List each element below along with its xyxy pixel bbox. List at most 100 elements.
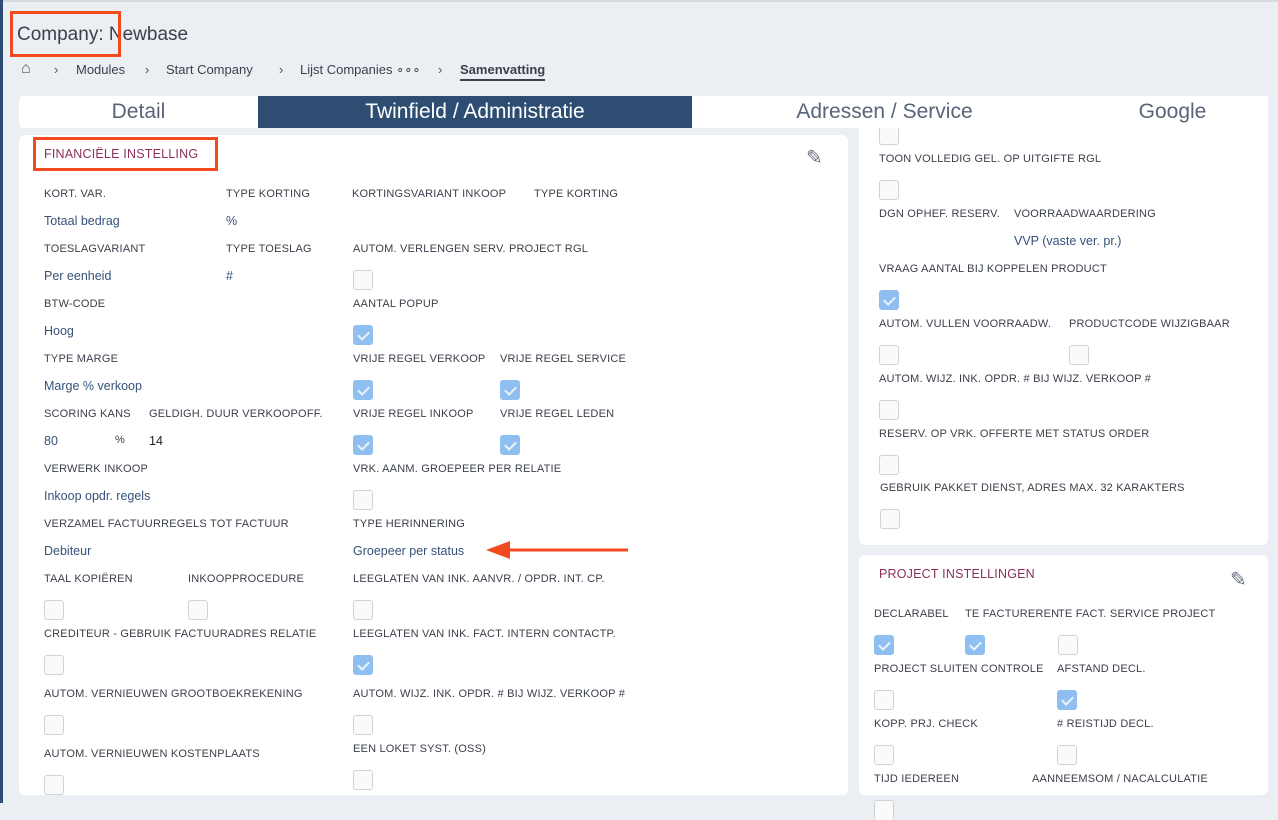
checkbox-checked[interactable] [353,325,373,345]
checkbox-unchecked[interactable] [353,770,373,790]
checkbox-unchecked[interactable] [880,509,900,529]
field-label: BTW-CODE [44,298,106,310]
checkbox-unchecked[interactable] [874,745,894,765]
checkbox-checked[interactable] [500,435,520,455]
field-label: AUTOM. WIJZ. INK. OPDR. # BIJ WIJZ. VERK… [879,373,1152,385]
field-label: TYPE TOESLAG [226,243,312,255]
checkbox-unchecked[interactable] [353,600,373,620]
checkbox-checked[interactable] [353,380,373,400]
field-label: TYPE KORTING [226,188,311,200]
field-label: TOON VOLLEDIG GEL. OP UITGIFTE RGL [879,153,1102,165]
checkbox-unchecked[interactable] [879,455,899,475]
checkbox-checked[interactable] [879,290,899,310]
field-label: AUTOM. VERNIEUWEN GROOTBOEKREKENING [44,688,303,700]
checkbox-checked[interactable] [1057,690,1077,710]
field-label: AUTOM. VERNIEUWEN KOSTENPLAATS [44,748,260,760]
field-value: VVP (vaste ver. pr.) [1014,234,1122,248]
checkbox-checked[interactable] [353,655,373,675]
checkbox-unchecked[interactable] [879,180,899,200]
field-label: TAAL KOPIËREN [44,573,133,585]
field-value: Debiteur [44,544,92,558]
field-label: VRIJE REGEL LEDEN [500,408,615,420]
checkbox-unchecked[interactable] [353,490,373,510]
annotation-box-company [10,11,121,57]
checkbox-checked[interactable] [874,635,894,655]
edit-pencil-icon[interactable]: ✎ [806,145,823,170]
field-label: EEN LOKET SYST. (OSS) [353,743,486,755]
field-value: 80 [44,434,58,448]
checkbox-unchecked[interactable] [353,270,373,290]
field-label: TYPE KORTING [534,188,619,200]
field-label: TIJD IEDEREEN [874,773,960,785]
checkbox-unchecked[interactable] [1058,635,1078,655]
checkbox-unchecked[interactable] [1057,745,1077,765]
field-label: VRAAG AANTAL BIJ KOPPELEN PRODUCT [879,263,1107,275]
tab-detail[interactable]: Detail [19,96,258,128]
field-value: Marge % verkoop [44,379,142,393]
breadcrumb-samenvatting: Samenvatting [460,62,546,81]
checkbox-unchecked[interactable] [44,600,64,620]
field-label: KORT. VAR. [44,188,107,200]
field-label: AUTOM. VULLEN VOORRAADW. [879,318,1052,330]
field-label: RESERV. OP VRK. OFFERTE MET STATUS ORDER [879,428,1150,440]
top-border [0,0,1278,2]
field-label: AANTAL POPUP [353,298,439,310]
field-label: KORTINGSVARIANT INKOOP [352,188,507,200]
field-label: VRIJE REGEL SERVICE [500,353,627,365]
field-value: 14 [149,434,163,448]
chevron-right-icon: › [145,62,150,77]
tab-google[interactable]: Google [1077,96,1268,128]
breadcrumb-start-company[interactable]: Start Company [166,62,253,77]
field-label: AUTOM. VERLENGEN SERV. PROJECT RGL [353,243,589,255]
checkbox-checked[interactable] [965,635,985,655]
field-label: LEEGLATEN VAN INK. AANVR. / OPDR. INT. C… [353,573,605,585]
field-label: AUTOM. WIJZ. INK. OPDR. # BIJ WIJZ. VERK… [353,688,626,700]
checkbox-checked[interactable] [353,435,373,455]
annotation-arrow-icon [486,541,628,559]
field-value: Per eenheid [44,269,112,283]
checkbox-unchecked[interactable] [879,128,899,145]
checkbox-unchecked[interactable] [874,690,894,710]
field-label: INKOOPPROCEDURE [188,573,305,585]
field-label: LEEGLATEN VAN INK. FACT. INTERN CONTACTP… [353,628,616,640]
checkbox-unchecked[interactable] [44,775,64,795]
field-label: DGN OPHEF. RESERV. [879,208,1000,220]
field-label: TE FACTUREREN [965,608,1060,620]
project-instellingen-heading: PROJECT INSTELLINGEN [879,567,1035,581]
field-label: AFSTAND DECL. [1057,663,1146,675]
checkbox-unchecked[interactable] [874,800,894,820]
field-label: VERZAMEL FACTUURREGELS TOT FACTUUR [44,518,289,530]
field-value: Inkoop opdr. regels [44,489,151,503]
checkbox-unchecked[interactable] [1069,345,1089,365]
field-label: AANNEEMSOM / NACALCULATIE [1032,773,1208,785]
field-label: VOORRAADWAARDERING [1014,208,1156,220]
breadcrumb-modules[interactable]: Modules [76,62,125,77]
annotation-box-heading [33,137,218,171]
tab-twinfield-administratie[interactable]: Twinfield / Administratie [258,96,692,128]
field-label: VRIJE REGEL INKOOP [353,408,474,420]
field-label: PROJECT SLUITEN CONTROLE [874,663,1044,675]
field-label: # REISTIJD DECL. [1057,718,1154,730]
checkbox-unchecked[interactable] [879,345,899,365]
chevron-right-icon: › [54,62,59,77]
edit-pencil-icon[interactable]: ✎ [1230,567,1247,592]
field-label: GELDIGH. DUUR VERKOOPOFF. [149,408,323,420]
checkbox-unchecked[interactable] [188,600,208,620]
field-value: Totaal bedrag [44,214,120,228]
field-label: CREDITEUR - GEBRUIK FACTUURADRES RELATIE [44,628,317,640]
field-value: # [226,269,233,283]
checkbox-unchecked[interactable] [879,400,899,420]
breadcrumb-lijst-companies[interactable]: Lijst Companies ∘∘∘ [300,62,421,78]
checkbox-unchecked[interactable] [44,655,64,675]
checkbox-checked[interactable] [500,380,520,400]
field-unit: % [115,434,125,446]
home-icon[interactable]: ⌂ [21,60,31,78]
field-label: VRK. AANM. GROEPEER PER RELATIE [353,463,562,475]
chevron-right-icon: › [438,62,443,77]
tab-adressen-service[interactable]: Adressen / Service [692,96,1077,128]
field-label: TYPE MARGE [44,353,119,365]
checkbox-unchecked[interactable] [44,715,64,735]
field-label: TE FACT. SERVICE PROJECT [1058,608,1216,620]
field-label: PRODUCTCODE WIJZIGBAAR [1069,318,1230,330]
checkbox-unchecked[interactable] [353,715,373,735]
